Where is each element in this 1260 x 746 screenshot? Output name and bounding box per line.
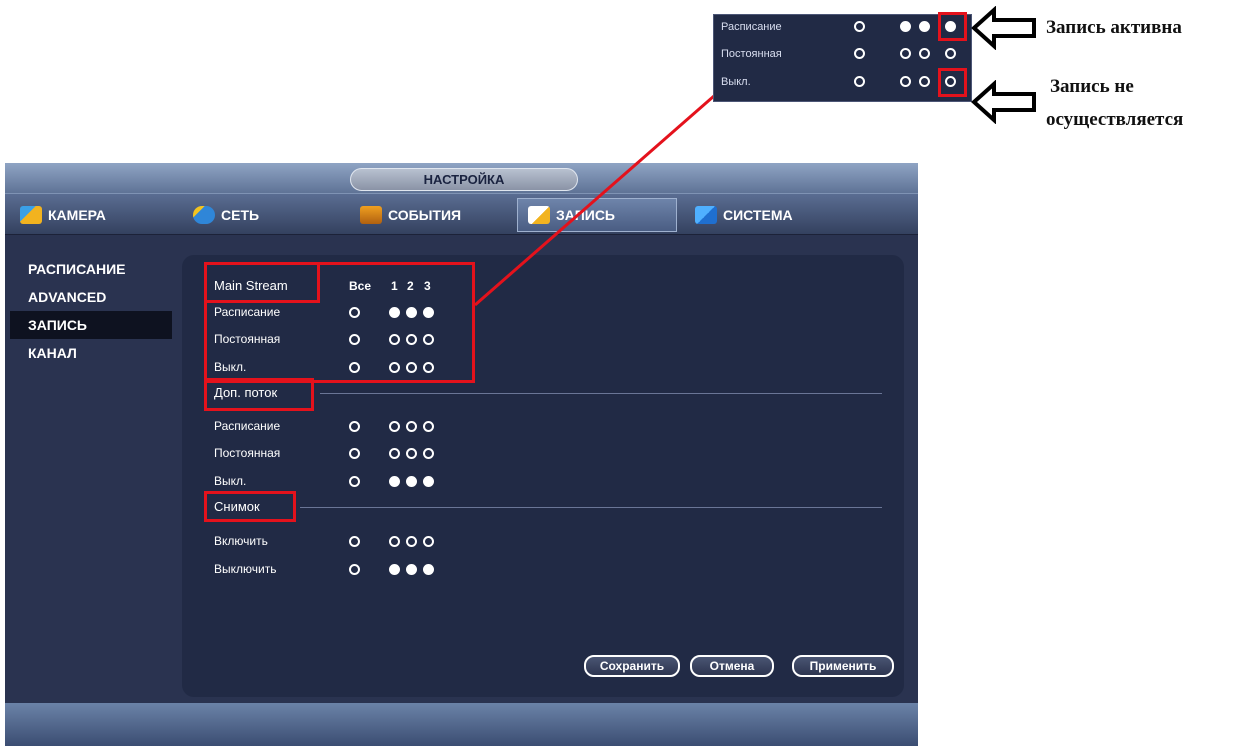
inset-continuous-label: Постоянная: [721, 48, 782, 60]
sub-continuous-all-radio[interactable]: [349, 448, 360, 459]
inset-schedule-ch2-radio: [919, 21, 930, 32]
snapshot-enable-label: Включить: [214, 534, 268, 548]
tab-label: СЕТЬ: [221, 207, 260, 223]
snapshot-disable-label: Выключить: [214, 562, 277, 576]
snapshot-disable-ch2-radio[interactable]: [406, 564, 417, 575]
sidebar-item-advanced[interactable]: ADVANCED: [10, 283, 172, 311]
main-continuous-ch1-radio[interactable]: [389, 334, 400, 345]
main-stream-title: Main Stream: [214, 278, 288, 293]
snapshot-disable-all-radio[interactable]: [349, 564, 360, 575]
sub-continuous-ch2-radio[interactable]: [406, 448, 417, 459]
sub-schedule-ch3-radio[interactable]: [423, 421, 434, 432]
sub-stream-divider: [320, 393, 882, 394]
callout-active-text: Запись активна: [1046, 17, 1182, 38]
snapshot-enable-ch3-radio[interactable]: [423, 536, 434, 547]
main-continuous-all-radio[interactable]: [349, 334, 360, 345]
inset-schedule-ch1-radio: [900, 21, 911, 32]
sub-off-ch3-radio[interactable]: [423, 476, 434, 487]
inset-continuous-all-radio: [854, 48, 865, 59]
record-settings-panel: Main Stream Все 1 2 3 Расписание Постоян…: [182, 255, 904, 697]
column-channel-1-label: 1: [391, 279, 398, 293]
sub-continuous-label: Постоянная: [214, 446, 281, 460]
sub-off-label: Выкл.: [214, 474, 247, 488]
window-title: НАСТРОЙКА: [350, 168, 578, 191]
sub-off-ch2-radio[interactable]: [406, 476, 417, 487]
snapshot-enable-all-radio[interactable]: [349, 536, 360, 547]
network-icon: [193, 206, 215, 224]
sidebar-item-schedule[interactable]: РАСПИСАНИЕ: [10, 255, 172, 283]
column-all-label: Все: [349, 279, 372, 293]
sub-schedule-ch1-radio[interactable]: [389, 421, 400, 432]
inset-off-ch2-radio: [919, 76, 930, 87]
sidebar: РАСПИСАНИЕ ADVANCED ЗАПИСЬ КАНАЛ: [10, 255, 172, 367]
snapshot-enable-ch1-radio[interactable]: [389, 536, 400, 547]
arrow-active-icon: [971, 6, 1036, 50]
tab-label: СОБЫТИЯ: [388, 207, 462, 223]
sidebar-item-record[interactable]: ЗАПИСЬ: [10, 311, 172, 339]
main-off-label: Выкл.: [214, 360, 247, 374]
tab-events[interactable]: СОБЫТИЯ: [350, 198, 510, 232]
sub-schedule-all-radio[interactable]: [349, 421, 360, 432]
sub-continuous-ch3-radio[interactable]: [423, 448, 434, 459]
tab-system[interactable]: СИСТЕМА: [685, 198, 845, 232]
arrow-inactive-icon: [971, 80, 1036, 124]
sub-schedule-label: Расписание: [214, 419, 281, 433]
main-continuous-label: Постоянная: [214, 332, 281, 346]
inset-continuous-ch2-radio: [919, 48, 930, 59]
sub-schedule-ch2-radio[interactable]: [406, 421, 417, 432]
main-off-all-radio[interactable]: [349, 362, 360, 373]
system-icon: [695, 206, 717, 224]
record-icon: [528, 206, 550, 224]
tab-label: КАМЕРА: [48, 207, 106, 223]
zoomed-inset: Расписание Постоянная Выкл.: [713, 14, 972, 102]
main-off-ch2-radio[interactable]: [406, 362, 417, 373]
main-schedule-all-radio[interactable]: [349, 307, 360, 318]
tab-camera[interactable]: КАМЕРА: [10, 198, 170, 232]
column-channel-3-label: 3: [424, 279, 431, 293]
dvr-settings-window: НАСТРОЙКА КАМЕРА СЕТЬ СОБЫТИЯ ЗАПИСЬ СИС…: [5, 163, 918, 746]
snapshot-title: Снимок: [214, 499, 260, 514]
main-continuous-ch3-radio[interactable]: [423, 334, 434, 345]
snapshot-enable-ch2-radio[interactable]: [406, 536, 417, 547]
tab-record[interactable]: ЗАПИСЬ: [517, 198, 677, 232]
camera-icon: [20, 206, 42, 224]
snapshot-divider: [300, 507, 882, 508]
inset-continuous-ch3-radio: [945, 48, 956, 59]
inset-off-ch3-radio: [945, 76, 956, 87]
column-channel-2-label: 2: [407, 279, 414, 293]
inset-off-all-radio: [854, 76, 865, 87]
events-icon: [360, 206, 382, 224]
main-off-ch1-radio[interactable]: [389, 362, 400, 373]
inset-schedule-label: Расписание: [721, 21, 782, 33]
sub-continuous-ch1-radio[interactable]: [389, 448, 400, 459]
main-schedule-ch3-radio[interactable]: [423, 307, 434, 318]
main-schedule-label: Расписание: [214, 305, 281, 319]
snapshot-disable-ch1-radio[interactable]: [389, 564, 400, 575]
main-tabs: КАМЕРА СЕТЬ СОБЫТИЯ ЗАПИСЬ СИСТЕМА: [5, 193, 918, 235]
main-schedule-ch2-radio[interactable]: [406, 307, 417, 318]
snapshot-disable-ch3-radio[interactable]: [423, 564, 434, 575]
callout-inactive-text-line2: осуществляется: [1046, 109, 1184, 130]
inset-schedule-all-radio: [854, 21, 865, 32]
main-off-ch3-radio[interactable]: [423, 362, 434, 373]
sub-off-all-radio[interactable]: [349, 476, 360, 487]
tab-label: СИСТЕМА: [723, 207, 793, 223]
cancel-button[interactable]: Отмена: [690, 655, 774, 677]
sub-stream-title: Доп. поток: [214, 385, 278, 400]
main-schedule-ch1-radio[interactable]: [389, 307, 400, 318]
bottom-bar: [5, 703, 918, 746]
inset-schedule-ch3-radio: [945, 21, 956, 32]
sidebar-item-channel[interactable]: КАНАЛ: [10, 339, 172, 367]
tab-label: ЗАПИСЬ: [556, 207, 615, 223]
save-button[interactable]: Сохранить: [584, 655, 680, 677]
main-continuous-ch2-radio[interactable]: [406, 334, 417, 345]
inset-off-label: Выкл.: [721, 76, 751, 88]
sub-off-ch1-radio[interactable]: [389, 476, 400, 487]
inset-off-ch1-radio: [900, 76, 911, 87]
title-bar: НАСТРОЙКА: [5, 163, 918, 193]
inset-continuous-ch1-radio: [900, 48, 911, 59]
apply-button[interactable]: Применить: [792, 655, 894, 677]
callout-inactive-text-line1: Запись не: [1050, 76, 1134, 97]
tab-network[interactable]: СЕТЬ: [183, 198, 343, 232]
